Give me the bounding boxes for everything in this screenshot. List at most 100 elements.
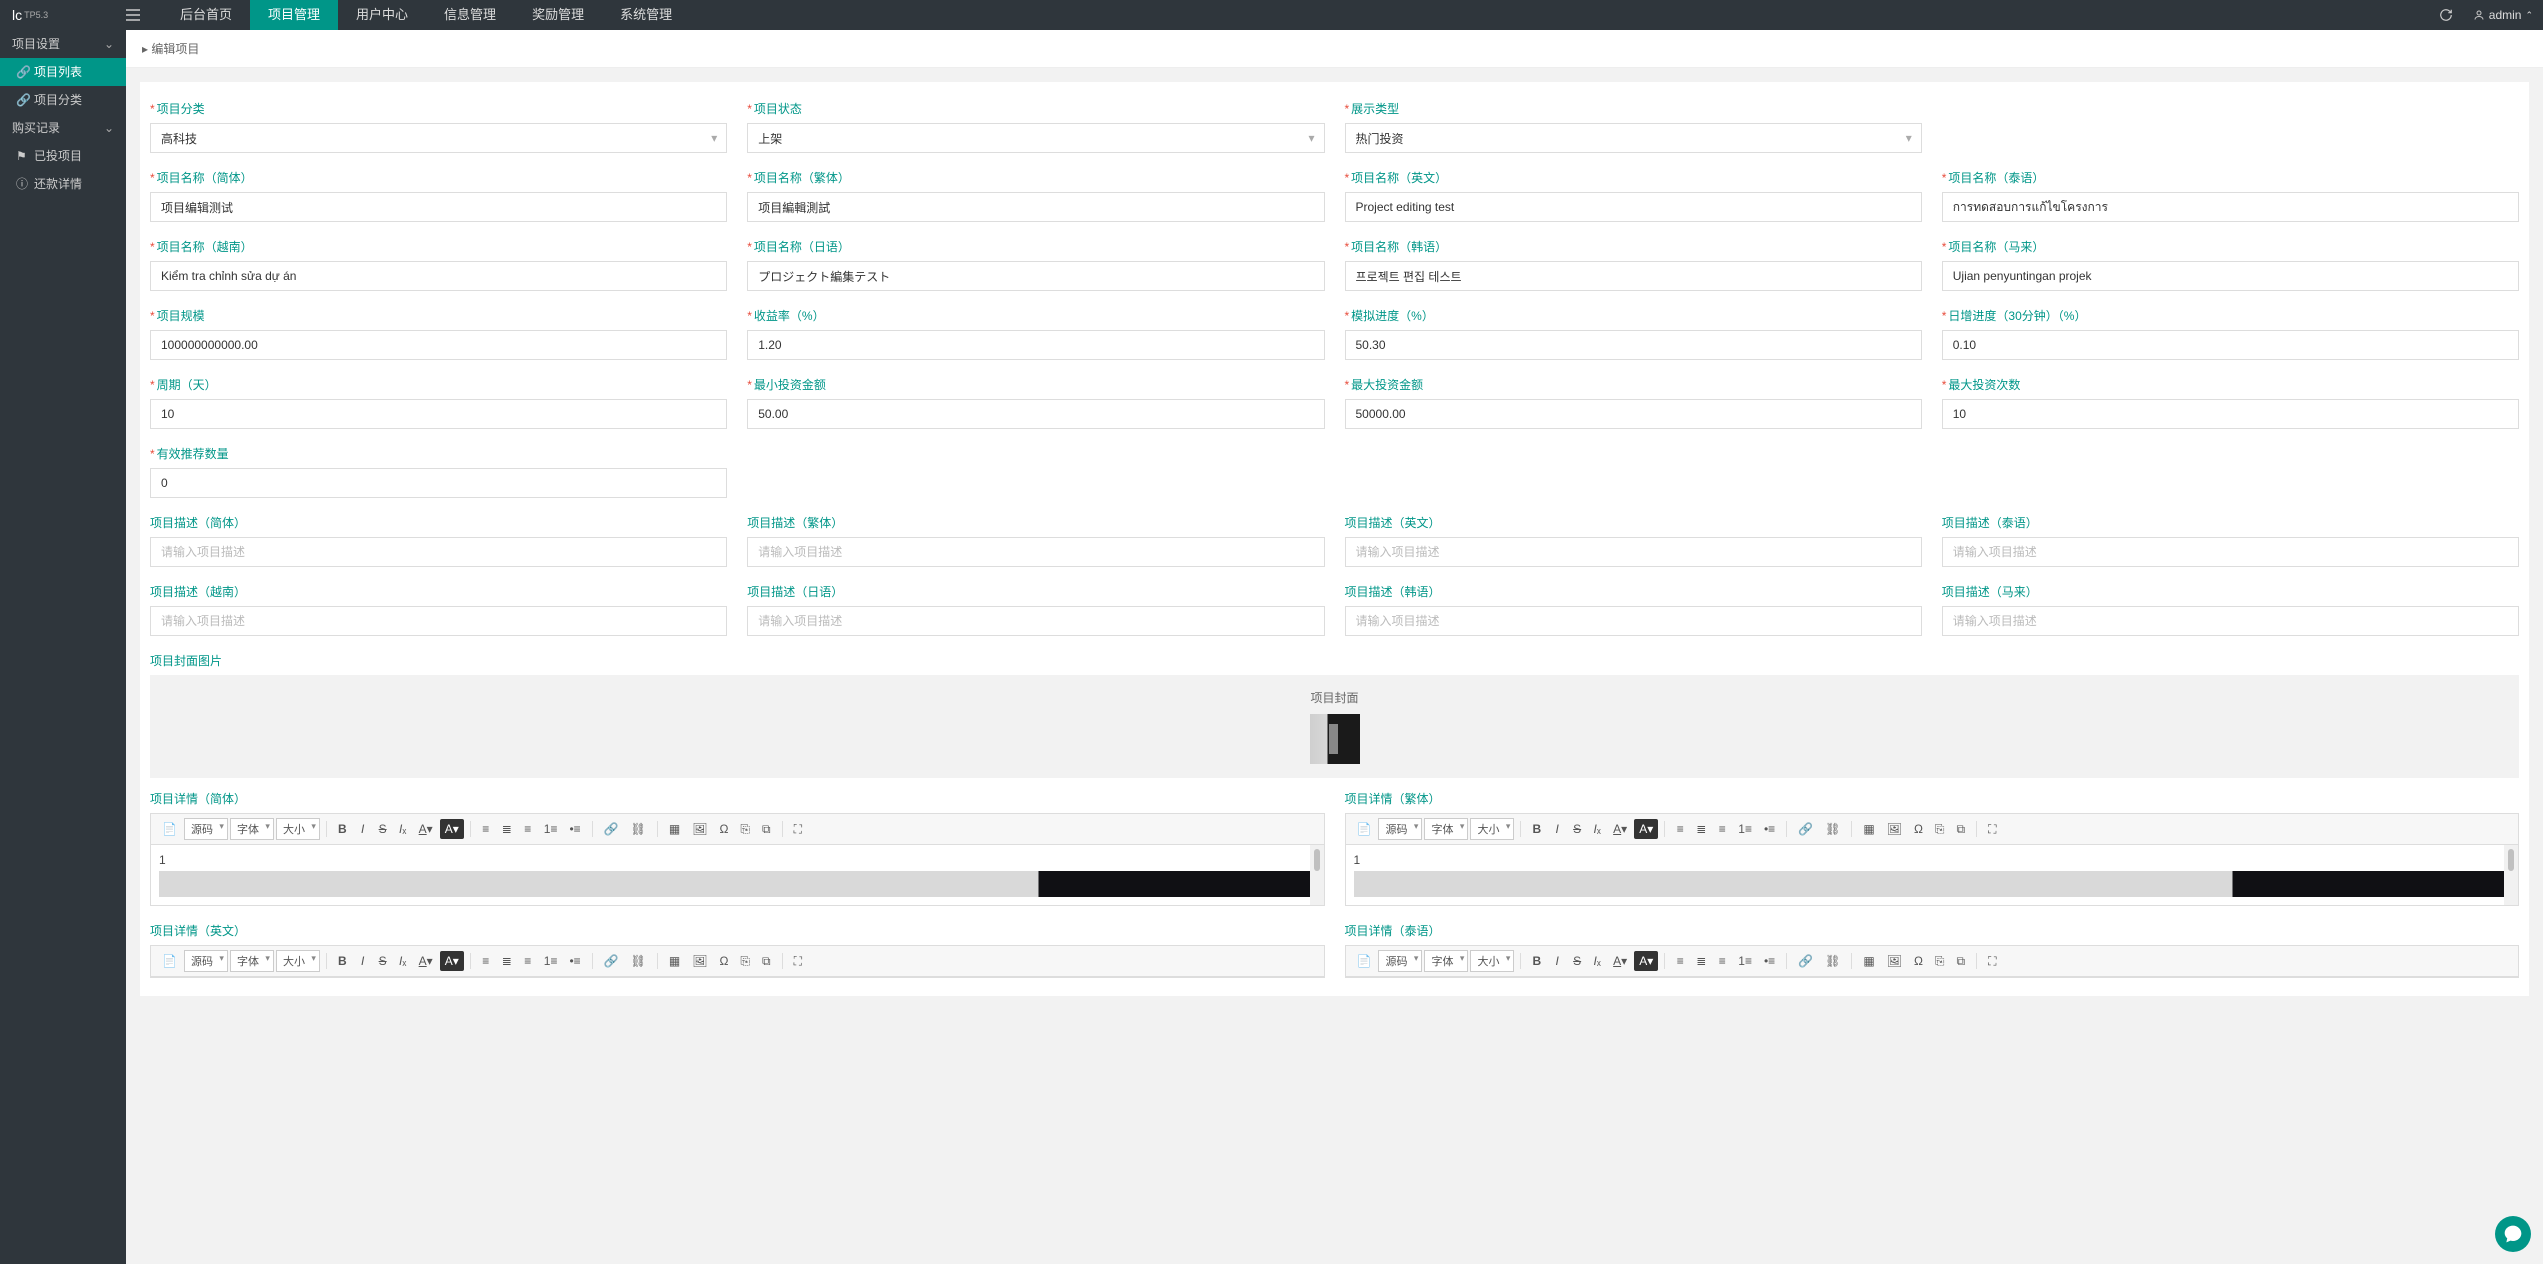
tb-table-icon[interactable]: ▦ — [664, 951, 685, 971]
editor-body[interactable]: 1 — [151, 845, 1324, 905]
tb-unlink-icon[interactable]: ⛓ — [1820, 951, 1845, 971]
tb-source-icon[interactable]: 📄 — [157, 951, 182, 971]
tb-fullscreen-icon[interactable]: ⛶ — [1983, 819, 2001, 839]
input-name-tw[interactable] — [747, 192, 1324, 222]
tb-list-ol-icon[interactable]: 1≡ — [1733, 951, 1757, 971]
upload-area[interactable]: 项目封面 — [150, 675, 2519, 778]
tb-fullscreen-icon[interactable]: ⛶ — [789, 951, 807, 971]
input-scale[interactable] — [150, 330, 727, 360]
tb-font-select[interactable]: 字体 — [230, 950, 274, 972]
tb-source-icon[interactable]: 📄 — [1352, 951, 1377, 971]
tb-align-left-icon[interactable]: ≡ — [477, 819, 495, 839]
tb-source-select[interactable]: 源码 — [184, 818, 228, 840]
tb-pagebreak-icon[interactable]: ⎘ — [735, 819, 755, 839]
tb-size-select[interactable]: 大小 — [276, 818, 320, 840]
tb-fullscreen-icon[interactable]: ⛶ — [1983, 951, 2001, 971]
tb-backcolor-icon[interactable]: A▾ — [1634, 951, 1658, 971]
tb-size-select[interactable]: 大小 — [1470, 950, 1514, 972]
tb-source-icon[interactable]: 📄 — [1352, 819, 1377, 839]
tb-fullscreen-icon[interactable]: ⛶ — [789, 819, 807, 839]
sidebar-item-project-category[interactable]: 🔗 项目分类 — [0, 86, 126, 114]
input-name-en[interactable] — [1345, 192, 1922, 222]
tb-list-ul-icon[interactable]: •≡ — [1759, 951, 1780, 971]
nav-home[interactable]: 后台首页 — [162, 0, 250, 30]
tb-link-icon[interactable]: 🔗 — [599, 951, 624, 971]
tb-clear-icon[interactable]: Iₓ — [394, 819, 412, 839]
input-name-vi[interactable] — [150, 261, 727, 291]
tb-backcolor-icon[interactable]: A▾ — [440, 951, 464, 971]
input-desc-tw[interactable] — [747, 537, 1324, 567]
tb-font-select[interactable]: 字体 — [1424, 818, 1468, 840]
input-name-ko[interactable] — [1345, 261, 1922, 291]
tb-align-center-icon[interactable]: ≣ — [497, 951, 517, 971]
select-status[interactable] — [747, 123, 1324, 153]
input-desc-ko[interactable] — [1345, 606, 1922, 636]
tb-align-center-icon[interactable]: ≣ — [1691, 819, 1711, 839]
input-yield[interactable] — [747, 330, 1324, 360]
input-name-ms[interactable] — [1942, 261, 2519, 291]
tb-list-ul-icon[interactable]: •≡ — [564, 951, 585, 971]
tb-source-select[interactable]: 源码 — [184, 950, 228, 972]
tb-bold-icon[interactable]: B — [333, 951, 352, 971]
input-desc-cn[interactable] — [150, 537, 727, 567]
sidebar-item-repayment[interactable]: ⓘ 还款详情 — [0, 170, 126, 198]
tb-font-select[interactable]: 字体 — [1424, 950, 1468, 972]
tb-omega-icon[interactable]: Ω — [1909, 951, 1928, 971]
tb-align-center-icon[interactable]: ≣ — [497, 819, 517, 839]
tb-bold-icon[interactable]: B — [1527, 951, 1546, 971]
input-rec-count[interactable] — [150, 468, 727, 498]
tb-backcolor-icon[interactable]: A▾ — [1634, 819, 1658, 839]
tb-clear-icon[interactable]: Iₓ — [1588, 951, 1606, 971]
tb-table-icon[interactable]: ▦ — [664, 819, 685, 839]
tb-forecolor-icon[interactable]: A▾ — [1608, 819, 1632, 839]
tb-unlink-icon[interactable]: ⛓ — [626, 951, 651, 971]
tb-list-ol-icon[interactable]: 1≡ — [539, 819, 563, 839]
tb-code-icon[interactable]: ⧉ — [757, 951, 776, 971]
tb-align-right-icon[interactable]: ≡ — [519, 951, 537, 971]
tb-forecolor-icon[interactable]: A▾ — [1608, 951, 1632, 971]
tb-source-icon[interactable]: 📄 — [157, 819, 182, 839]
tb-source-select[interactable]: 源码 — [1378, 950, 1422, 972]
nav-info-mgmt[interactable]: 信息管理 — [426, 0, 514, 30]
input-sim-progress[interactable] — [1345, 330, 1922, 360]
tb-clear-icon[interactable]: Iₓ — [1588, 819, 1606, 839]
sidebar-group-purchase-records[interactable]: 购买记录 — [0, 114, 126, 142]
sidebar-group-project-settings[interactable]: 项目设置 — [0, 30, 126, 58]
support-fab[interactable] — [2495, 1216, 2531, 1252]
tb-align-left-icon[interactable]: ≡ — [1671, 819, 1689, 839]
input-period[interactable] — [150, 399, 727, 429]
tb-unlink-icon[interactable]: ⛓ — [1820, 819, 1845, 839]
editor-scrollbar[interactable] — [2504, 845, 2518, 905]
tb-strike-icon[interactable]: S — [1568, 819, 1586, 839]
tb-strike-icon[interactable]: S — [1568, 951, 1586, 971]
tb-bold-icon[interactable]: B — [333, 819, 352, 839]
input-name-th[interactable] — [1942, 192, 2519, 222]
tb-list-ul-icon[interactable]: •≡ — [1759, 819, 1780, 839]
tb-omega-icon[interactable]: Ω — [714, 951, 733, 971]
tb-size-select[interactable]: 大小 — [276, 950, 320, 972]
input-desc-ja[interactable] — [747, 606, 1324, 636]
tb-unlink-icon[interactable]: ⛓ — [626, 819, 651, 839]
input-desc-en[interactable] — [1345, 537, 1922, 567]
tb-strike-icon[interactable]: S — [374, 819, 392, 839]
input-desc-ms[interactable] — [1942, 606, 2519, 636]
tb-table-icon[interactable]: ▦ — [1858, 951, 1879, 971]
tb-align-left-icon[interactable]: ≡ — [1671, 951, 1689, 971]
sidebar-item-project-list[interactable]: 🔗 项目列表 — [0, 58, 126, 86]
tb-list-ol-icon[interactable]: 1≡ — [539, 951, 563, 971]
tb-pagebreak-icon[interactable]: ⎘ — [735, 951, 755, 971]
input-inc-progress[interactable] — [1942, 330, 2519, 360]
nav-reward-mgmt[interactable]: 奖励管理 — [514, 0, 602, 30]
tb-list-ul-icon[interactable]: •≡ — [564, 819, 585, 839]
input-max-invest[interactable] — [1345, 399, 1922, 429]
tb-link-icon[interactable]: 🔗 — [1793, 951, 1818, 971]
menu-toggle-icon[interactable] — [126, 9, 162, 21]
upload-thumbnail[interactable] — [1310, 714, 1360, 764]
tb-strike-icon[interactable]: S — [374, 951, 392, 971]
tb-link-icon[interactable]: 🔗 — [599, 819, 624, 839]
editor-body[interactable]: 1 — [1346, 845, 2519, 905]
tb-italic-icon[interactable]: I — [354, 819, 372, 839]
input-desc-vi[interactable] — [150, 606, 727, 636]
user-menu[interactable]: admin ⌃ — [2473, 8, 2533, 22]
tb-align-left-icon[interactable]: ≡ — [477, 951, 495, 971]
